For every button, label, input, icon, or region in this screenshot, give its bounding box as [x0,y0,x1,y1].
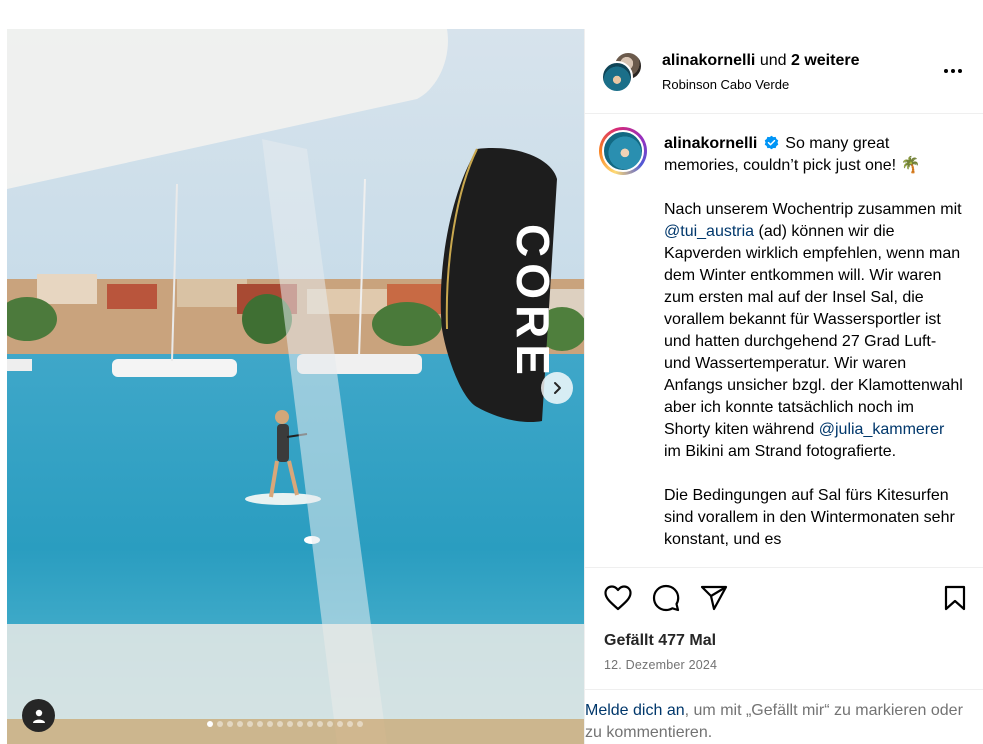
carousel-dot [237,721,243,727]
caption-scroll-area[interactable]: alinakornelli So many great memories, co… [585,115,983,567]
collab-avatars[interactable] [601,51,645,95]
bookmark-icon [944,585,966,611]
verified-badge-icon [764,135,779,150]
carousel-indicator [207,721,363,729]
carousel-dot [267,721,273,727]
kite-brand-text: CORE [507,224,559,381]
post-media[interactable]: CORE [7,29,584,744]
share-button[interactable] [698,582,730,614]
heart-icon [604,585,632,611]
carousel-dot [337,721,343,727]
instagram-post-view: CORE alinakornelli und 2 weitere Robinso… [0,0,983,744]
post-location[interactable]: Robinson Cabo Verde [662,77,789,92]
comment-icon [652,584,680,612]
caption-text: Nach unserem Wochentrip zusammen mit [664,201,962,218]
carousel-dot [347,721,353,727]
avatar [602,130,644,172]
carousel-dot [277,721,283,727]
carousel-dot [207,721,213,727]
carousel-dot [307,721,313,727]
more-options-button[interactable] [941,59,965,83]
carousel-dot [317,721,323,727]
caption-username[interactable]: alinakornelli [664,135,757,152]
caption-text: Die Bedingungen auf Sal fürs Kitesurfen … [664,487,955,548]
header-username[interactable]: alinakornelli [662,52,755,69]
save-button[interactable] [939,582,971,614]
post-caption: alinakornelli So many great memories, co… [664,133,964,551]
carousel-dot [287,721,293,727]
mention-link[interactable]: @tui_austria [664,223,754,240]
carousel-dot [217,721,223,727]
carousel-dot [247,721,253,727]
mention-link[interactable]: @julia_kammerer [819,421,945,438]
comment-button[interactable] [650,582,682,614]
carousel-next-button[interactable] [541,372,573,404]
caption-avatar[interactable] [599,127,647,175]
header-others[interactable]: 2 weitere [791,52,859,69]
user-tag-button[interactable] [22,699,55,732]
login-link[interactable]: Melde dich an [585,702,685,719]
avatar [601,61,633,93]
carousel-dot [227,721,233,727]
user-tag-icon [32,709,45,723]
chevron-right-icon [554,382,561,394]
like-count[interactable]: Gefällt 477 Mal [604,632,716,650]
caption-text: (ad) können wir die Kapverden wirklich e… [664,223,963,438]
like-button[interactable] [602,582,634,614]
header-authors: alinakornelli und 2 weitere [662,52,859,70]
carousel-dot [327,721,333,727]
carousel-dot [297,721,303,727]
more-horizontal-icon [944,69,962,73]
carousel-dot [357,721,363,727]
carousel-dot [257,721,263,727]
header-connector: und [759,52,787,69]
post-details-panel: alinakornelli und 2 weitere Robinson Cab… [584,29,983,744]
send-icon [700,585,728,611]
post-header: alinakornelli und 2 weitere Robinson Cab… [585,29,983,114]
post-date: 12. Dezember 2024 [604,658,718,672]
caption-text: im Bikini am Strand fotografierte. [664,443,897,460]
post-photo: CORE [7,29,584,744]
login-prompt: Melde dich an, um mit „Gefällt mir“ zu m… [585,689,983,744]
